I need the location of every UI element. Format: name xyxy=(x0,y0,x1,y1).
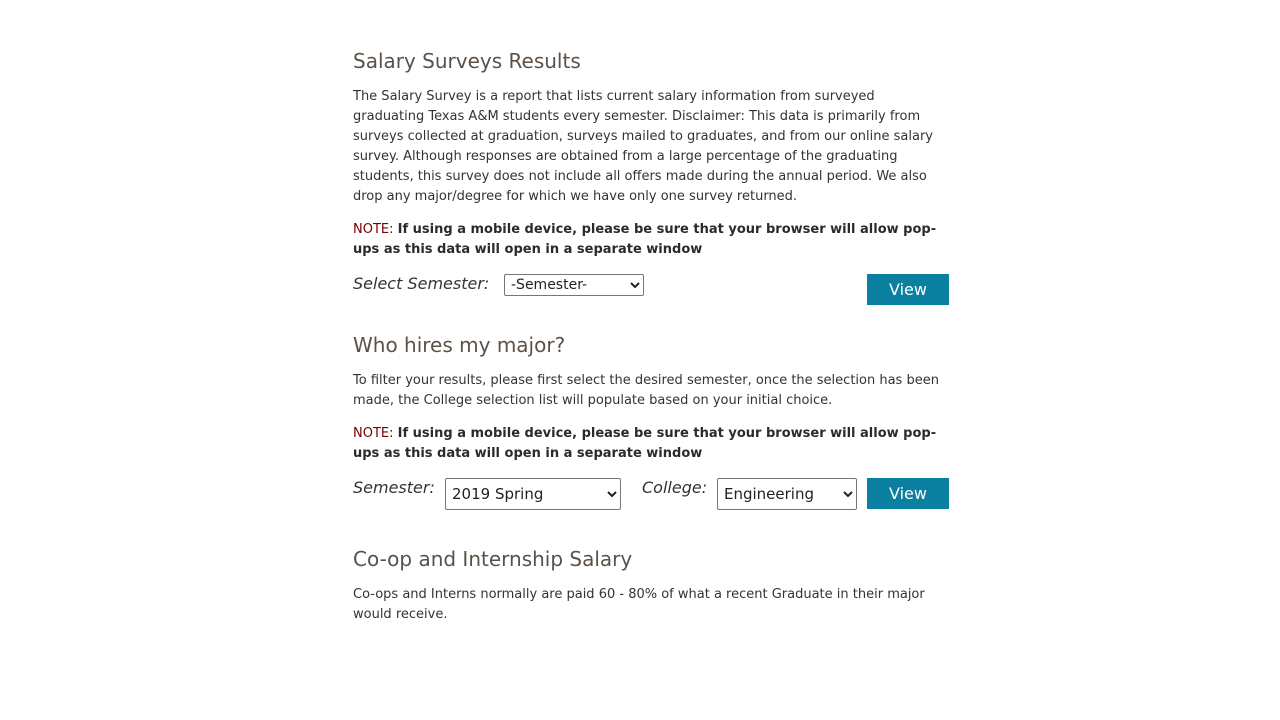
note-label: NOTE: xyxy=(353,426,394,441)
college-label: College: xyxy=(642,478,708,497)
salary-survey-note: NOTE: If using a mobile device, please b… xyxy=(353,220,949,260)
college-select[interactable]: Engineering xyxy=(717,478,857,510)
coop-heading: Co-op and Internship Salary xyxy=(353,547,633,571)
semester-label: Semester: xyxy=(353,478,435,497)
hires-view-button[interactable]: View xyxy=(867,478,949,509)
note-label: NOTE: xyxy=(353,222,394,237)
salary-survey-description: The Salary Survey is a report that lists… xyxy=(353,89,933,204)
salary-semester-select[interactable]: -Semester- xyxy=(504,274,644,296)
coop-description: Co-ops and Interns normally are paid 60 … xyxy=(353,587,925,622)
who-hires-note: NOTE: If using a mobile device, please b… xyxy=(353,424,949,464)
salary-survey-heading: Salary Surveys Results xyxy=(353,49,581,73)
who-hires-description: To filter your results, please first sel… xyxy=(353,373,939,408)
note-text: If using a mobile device, please be sure… xyxy=(353,222,937,257)
select-semester-label: Select Semester: xyxy=(353,274,490,293)
note-text: If using a mobile device, please be sure… xyxy=(353,426,937,461)
who-hires-heading: Who hires my major? xyxy=(353,333,566,357)
salary-view-button[interactable]: View xyxy=(867,274,949,305)
hires-semester-select[interactable]: 2019 Spring xyxy=(445,478,621,510)
